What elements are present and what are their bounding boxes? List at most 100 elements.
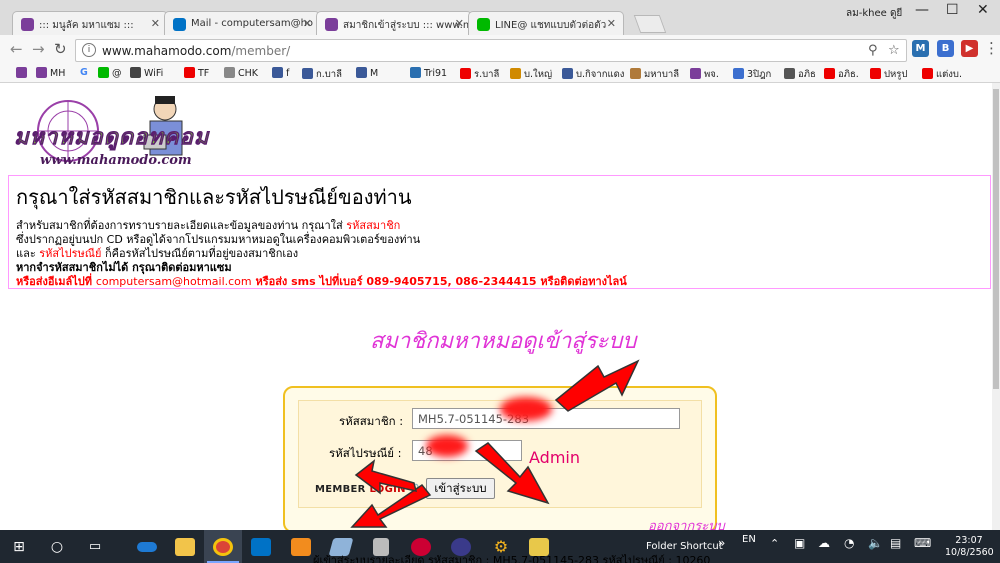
bookmark-tf[interactable]: TF <box>184 67 209 79</box>
minimize-icon[interactable]: — <box>915 2 929 18</box>
bookmark-pj[interactable]: พจ. <box>690 67 719 82</box>
login-button[interactable]: เข้าสู่ระบบ <box>426 478 495 499</box>
tray-expand-icon[interactable]: ⌃ <box>770 537 779 550</box>
page-icon <box>784 68 795 79</box>
page-scrollbar[interactable] <box>992 83 1000 530</box>
page-content: มหาหมอดูดอทคอม www.mahamodo.com กรุณาใส่… <box>0 83 992 530</box>
start-button[interactable]: ⊞ <box>0 530 38 563</box>
tray-app-icon[interactable]: ▣ <box>794 536 805 550</box>
file-explorer-app[interactable] <box>166 530 204 563</box>
bookmark-taengb[interactable]: แต่งบ. <box>922 67 962 82</box>
bookmark-abhidh2[interactable]: อภิธ. <box>824 67 859 82</box>
tab-line[interactable]: LINE@ แชทแบบตัวต่อตัว ✕ <box>468 11 624 36</box>
address-bar[interactable]: i www.mahamodo.com/member/ ⚲ ☆ <box>75 39 907 62</box>
site-info-icon[interactable]: i <box>82 43 96 57</box>
onedrive-app[interactable] <box>128 530 166 563</box>
close-icon[interactable]: ✕ <box>151 17 160 30</box>
bookmark-facebook[interactable]: f <box>272 67 289 79</box>
admin-note: Admin <box>529 448 580 467</box>
mahamodo-favicon-icon <box>325 18 338 31</box>
bookmark-google[interactable]: G <box>80 67 88 78</box>
facebook-icon <box>302 68 313 79</box>
bookmark-mh[interactable]: MH <box>36 67 65 79</box>
bookmark-rbali[interactable]: ร.บาลี <box>460 67 499 82</box>
bookmark-apps-icon[interactable] <box>16 67 30 79</box>
extension-b-icon[interactable]: B <box>937 40 954 57</box>
extension-play-icon[interactable]: ▶ <box>961 40 978 57</box>
wifi-icon[interactable]: ◔ <box>844 536 854 550</box>
youtube-icon <box>922 68 933 79</box>
new-tab-button[interactable] <box>633 15 667 33</box>
tab-mail[interactable]: Mail - computersam@ho ✕ <box>164 11 320 36</box>
maximize-icon[interactable]: ☐ <box>946 2 959 18</box>
tab-member-login[interactable]: สมาชิกเข้าสู่ระบบ ::: www.m ✕ <box>316 11 472 36</box>
reload-icon[interactable]: ↻ <box>54 40 67 58</box>
bookmark-bkij[interactable]: บ.กิจากแดง <box>562 67 624 82</box>
page-icon <box>224 67 235 78</box>
search-button[interactable]: ○ <box>38 530 76 563</box>
close-icon[interactable]: ✕ <box>303 17 312 30</box>
forward-icon[interactable]: → <box>32 40 45 58</box>
extension-m-icon[interactable]: M <box>912 40 929 57</box>
url-text[interactable]: www.mahamodo.com/member/ <box>102 44 290 58</box>
clock-date: 10/8/2560 <box>945 547 994 558</box>
taskbar-clock[interactable]: 23:07 10/8/2560 <box>945 535 994 559</box>
task-view-button[interactable]: ▭ <box>76 530 114 563</box>
youtube-icon <box>870 68 881 79</box>
bookmark-m[interactable]: M <box>356 67 378 79</box>
cloud-icon <box>137 541 157 552</box>
bookmark-mahabali[interactable]: มหาบาลี <box>630 67 679 82</box>
chevron-up-icon[interactable]: » <box>718 536 725 550</box>
bookmark-byai[interactable]: บ.ใหญ่ <box>510 67 552 82</box>
bookmark-tri91[interactable]: Tri91 <box>410 67 447 79</box>
chrome-app[interactable] <box>204 530 242 563</box>
tab-mahasam[interactable]: ::: มนูลัค มหาแซม ::: ✕ <box>12 11 168 36</box>
page-title: กรุณาใส่รหัสสมาชิกและรหัสไปรษณีย์ของท่าน <box>16 185 412 209</box>
logout-heading[interactable]: ออกจากระบบ <box>648 515 725 530</box>
login-form: รหัสสมาชิก : MH5.7-051145-283 รหัสไปรษณี… <box>298 400 702 508</box>
close-icon[interactable]: ✕ <box>455 17 464 30</box>
member-status-text: ผู้เข้าสู่ระบบรายละเอียด รหัสสมาชิก : MH… <box>313 554 711 563</box>
keyboard-icon[interactable]: ⌨ <box>914 536 931 550</box>
windows-logo-icon: ⊞ <box>13 538 25 555</box>
back-icon[interactable]: ← <box>10 40 23 58</box>
page-icon <box>690 68 701 79</box>
photos-icon <box>291 537 311 556</box>
bookmark-3pidok[interactable]: 3ปิฎก <box>733 67 771 82</box>
login-heading: สมาชิกมหาหมอดูเข้าสู่ระบบ <box>370 329 637 354</box>
bookmark-wifi[interactable]: WiFi <box>130 67 163 79</box>
facebook-icon <box>272 67 283 78</box>
logo-wordmark: มหาหมอดูดอทคอม <box>14 124 210 151</box>
bookmark-star-icon[interactable]: ☆ <box>888 43 900 58</box>
tab-title: ::: มนูลัค มหาแซม ::: <box>39 20 134 31</box>
email-link[interactable]: computersam@hotmail.com <box>96 275 252 288</box>
redaction-blur <box>426 435 468 457</box>
menu-icon[interactable]: ⋮ <box>984 39 999 57</box>
browser-toolbar: ← → ↻ i www.mahamodo.com/member/ ⚲ ☆ M B… <box>0 35 1000 65</box>
bookmarks-bar: MH G @ WiFi TF CHK f ก.บาลี M Tri91 ร.บา… <box>0 65 1000 83</box>
bookmark-abhidh[interactable]: อภิธ <box>784 67 816 82</box>
profile-name[interactable]: ลม-khee ดูยี <box>846 6 902 21</box>
zoom-icon[interactable]: ⚲ <box>868 43 878 58</box>
facebook-icon <box>356 67 367 78</box>
site-logo[interactable]: มหาหมอดูดอทคอม www.mahamodo.com <box>10 91 209 173</box>
close-window-icon[interactable]: ✕ <box>977 2 989 18</box>
volume-icon[interactable]: 🔈 <box>868 536 883 550</box>
message-icon[interactable]: ▤ <box>890 536 901 550</box>
bookmark-line[interactable]: @ <box>98 67 122 79</box>
close-icon[interactable]: ✕ <box>607 17 616 30</box>
language-indicator[interactable]: EN <box>742 534 756 545</box>
url-path: /member/ <box>231 44 291 58</box>
bookmark-kbali[interactable]: ก.บาลี <box>302 67 342 82</box>
lock-icon: 🔒 <box>409 484 423 495</box>
instructions-box: กรุณาใส่รหัสสมาชิกและรหัสไปรษณีย์ของท่าน… <box>8 175 991 289</box>
bookmark-chk[interactable]: CHK <box>224 67 258 79</box>
onedrive-tray-icon[interactable]: ☁ <box>818 536 830 550</box>
outlook-icon <box>251 537 271 556</box>
bookmark-pahrup[interactable]: ปหรูป <box>870 67 907 82</box>
page-icon <box>130 67 141 78</box>
page-icon <box>410 67 421 78</box>
outlook-app[interactable] <box>242 530 280 563</box>
scrollbar-thumb[interactable] <box>993 89 999 389</box>
instruction-line-5: หรือส่งอีเมล์ไปที่ computersam@hotmail.c… <box>16 275 627 288</box>
